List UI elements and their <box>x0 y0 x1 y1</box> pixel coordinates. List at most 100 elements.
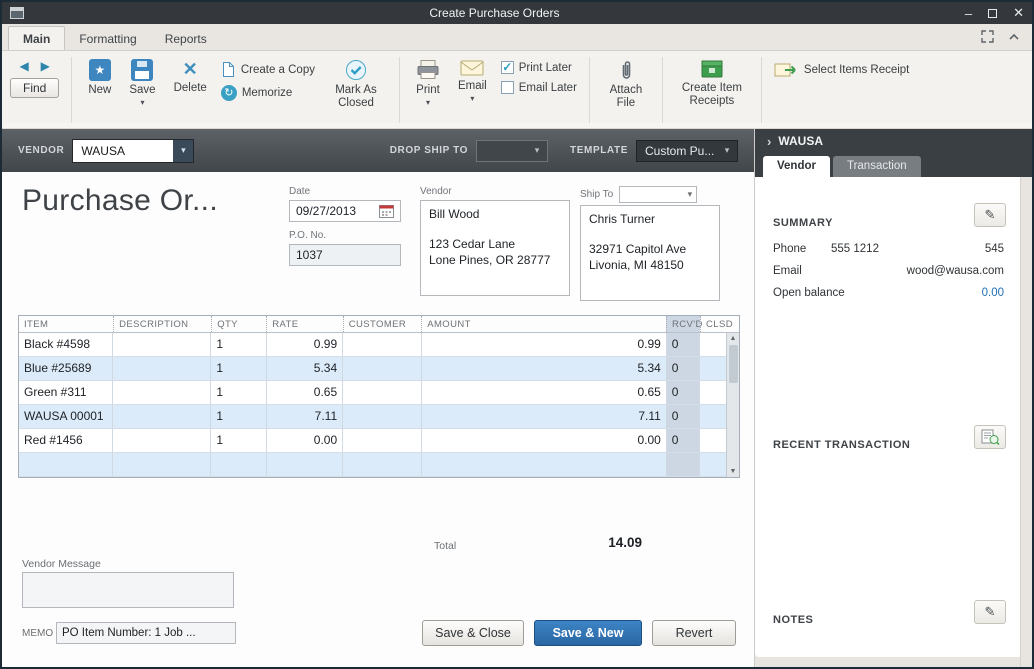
cell-rcvd[interactable]: 0 <box>666 429 701 452</box>
email-button[interactable]: Email ▾ <box>454 57 491 103</box>
email-later-checkbox[interactable]: Email Later <box>500 81 577 94</box>
edit-summary-button[interactable]: ✎ <box>974 203 1006 227</box>
date-field[interactable]: 09/27/2013 <box>289 200 401 222</box>
back-arrow-button[interactable]: ◀ <box>19 59 28 73</box>
cell-description[interactable] <box>113 453 212 476</box>
cell-rcvd[interactable]: 0 <box>666 381 701 404</box>
sidebar-scroll-strip[interactable] <box>1020 177 1032 667</box>
cell-description[interactable] <box>113 333 212 356</box>
cell-amount[interactable]: 0.00 <box>422 429 667 452</box>
create-item-receipts-button[interactable]: Create Item Receipts <box>675 57 749 110</box>
cell-rate[interactable]: 0.65 <box>267 381 344 404</box>
save-and-close-button[interactable]: Save & Close <box>422 620 524 646</box>
scroll-down-icon[interactable]: ▼ <box>730 466 737 477</box>
cell-rcvd[interactable]: 0 <box>666 405 701 428</box>
cell-clsd[interactable] <box>700 333 726 356</box>
cell-qty[interactable]: 1 <box>211 429 267 452</box>
scroll-up-icon[interactable]: ▲ <box>730 333 737 344</box>
calendar-icon[interactable] <box>379 204 394 218</box>
cell-rate[interactable]: 5.34 <box>267 357 344 380</box>
cell-amount[interactable]: 0.99 <box>422 333 667 356</box>
vendor-address-box[interactable]: Bill Wood 123 Cedar Lane Lone Pines, OR … <box>420 200 570 296</box>
cell-customer[interactable] <box>343 381 422 404</box>
collapse-sidebar-icon[interactable]: › <box>767 134 771 149</box>
drop-ship-to-select[interactable]: ▾ <box>476 139 549 162</box>
select-items-receipt-button[interactable]: Select Items Receipt <box>774 57 909 79</box>
cell-clsd[interactable] <box>700 429 726 452</box>
revert-button[interactable]: Revert <box>652 620 736 646</box>
cell-description[interactable] <box>113 429 212 452</box>
ship-to-address-box[interactable]: Chris Turner 32971 Capitol Ave Livonia, … <box>580 205 720 301</box>
cell-description[interactable] <box>113 381 212 404</box>
tab-main[interactable]: Main <box>8 26 66 50</box>
scrollbar-thumb[interactable] <box>729 345 738 383</box>
cell-clsd[interactable] <box>700 405 726 428</box>
cell-amount[interactable]: 7.11 <box>422 405 667 428</box>
maximize-button[interactable] <box>988 8 998 18</box>
cell-item[interactable]: Green #311 <box>19 381 114 404</box>
save-button[interactable]: Save ▾ <box>125 57 159 107</box>
cell-description[interactable] <box>113 405 212 428</box>
tab-formatting[interactable]: Formatting <box>65 27 150 50</box>
cell-customer[interactable] <box>343 453 422 476</box>
cell-amount[interactable]: 5.34 <box>422 357 667 380</box>
cell-item[interactable]: Red #1456 <box>19 429 114 452</box>
cell-qty[interactable]: 1 <box>211 405 267 428</box>
cell-customer[interactable] <box>343 405 422 428</box>
tab-reports[interactable]: Reports <box>151 27 221 50</box>
cell-item[interactable] <box>19 453 114 476</box>
sidebar-tab-transaction[interactable]: Transaction <box>832 156 921 177</box>
forward-arrow-button[interactable]: ▶ <box>41 59 50 73</box>
delete-button[interactable]: ✕ Delete <box>170 57 211 97</box>
cell-rate[interactable]: 7.11 <box>267 405 344 428</box>
vendor-message-field[interactable] <box>22 572 234 608</box>
cell-customer[interactable] <box>343 429 422 452</box>
template-select[interactable]: Custom Pu... ▾ <box>636 139 738 162</box>
cell-qty[interactable] <box>211 453 267 476</box>
cell-description[interactable] <box>113 357 212 380</box>
vendor-select[interactable]: WAUSA ▾ <box>72 138 195 163</box>
save-caret-icon[interactable]: ▾ <box>140 99 144 107</box>
collapse-ribbon-icon[interactable] <box>1008 33 1020 41</box>
cell-rcvd[interactable] <box>666 453 701 476</box>
recent-transaction-report-button[interactable] <box>974 425 1006 449</box>
expand-window-icon[interactable] <box>981 30 994 43</box>
cell-clsd[interactable] <box>700 357 726 380</box>
cell-rate[interactable] <box>267 453 344 476</box>
cell-clsd[interactable] <box>700 381 726 404</box>
cell-rcvd[interactable]: 0 <box>666 357 701 380</box>
minimize-button[interactable]: – <box>965 6 972 21</box>
sidebar-header[interactable]: › WAUSA <box>755 129 1032 153</box>
save-and-new-button[interactable]: Save & New <box>534 620 642 646</box>
cell-rate[interactable]: 0.99 <box>267 333 344 356</box>
mark-as-closed-button[interactable]: Mark As Closed <box>325 57 387 112</box>
ship-to-select[interactable]: ▾ <box>619 186 698 203</box>
cell-qty[interactable]: 1 <box>211 357 267 380</box>
cell-qty[interactable]: 1 <box>211 381 267 404</box>
cell-clsd[interactable] <box>700 453 726 476</box>
cell-item[interactable]: Black #4598 <box>19 333 114 356</box>
close-button[interactable]: ✕ <box>1013 5 1024 21</box>
email-caret-icon[interactable]: ▾ <box>470 95 474 103</box>
memo-field[interactable]: PO Item Number: 1 Job ... <box>56 622 236 644</box>
po-number-field[interactable]: 1037 <box>289 244 401 266</box>
cell-item[interactable]: Blue #25689 <box>19 357 114 380</box>
sidebar-tab-vendor[interactable]: Vendor <box>763 156 830 177</box>
print-caret-icon[interactable]: ▾ <box>426 99 430 107</box>
new-button[interactable]: ★ New <box>84 57 115 99</box>
print-later-checkbox[interactable]: ✓ Print Later <box>500 61 577 74</box>
cell-amount[interactable] <box>422 453 667 476</box>
table-scrollbar[interactable]: ▲ ▼ <box>726 333 739 477</box>
cell-rcvd[interactable]: 0 <box>666 333 701 356</box>
cell-item[interactable]: WAUSA 00001 <box>19 405 114 428</box>
create-copy-button[interactable]: Create a Copy <box>221 61 315 78</box>
edit-notes-button[interactable]: ✎ <box>974 600 1006 624</box>
cell-amount[interactable]: 0.65 <box>422 381 667 404</box>
cell-customer[interactable] <box>343 333 422 356</box>
cell-customer[interactable] <box>343 357 422 380</box>
find-button[interactable]: Find <box>10 78 60 98</box>
print-button[interactable]: Print ▾ <box>412 57 444 107</box>
cell-rate[interactable]: 0.00 <box>267 429 344 452</box>
open-balance-value[interactable]: 0.00 <box>982 287 1004 299</box>
cell-qty[interactable]: 1 <box>211 333 267 356</box>
